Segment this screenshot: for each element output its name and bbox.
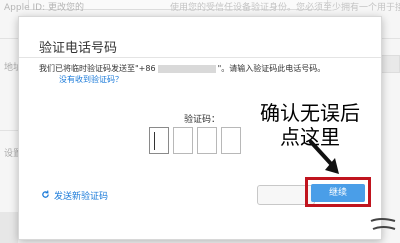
code-digit-input-3[interactable] (197, 127, 217, 154)
code-label: 验证码： (184, 115, 221, 125)
brush-mark-icon (370, 218, 396, 230)
dialog-divider (19, 57, 381, 58)
message-suffix: "。请输入验证码此电话号码。 (217, 64, 326, 73)
resend-label: 发送新验证码 (54, 192, 109, 202)
resend-code-link[interactable]: 发送新验证码 (41, 189, 108, 202)
masked-phone-number (157, 64, 216, 73)
apple-id-label: Apple ID: 更改您的 (4, 3, 84, 13)
code-digit-input-1[interactable] (149, 127, 169, 154)
no-code-link[interactable]: 没有收到验证码？ (59, 74, 123, 85)
arrow-icon (309, 140, 339, 174)
highlight-box: 继续 (305, 177, 371, 207)
verify-phone-dialog: 验证电话号码 我们已将临时验证码发送至"+86 "。请输入验证码此电话号码。 没有… (18, 16, 396, 240)
message-prefix: 我们已将临时验证码发送至"+86 (39, 64, 156, 73)
text-cursor (154, 132, 155, 150)
code-digit-input-4[interactable] (221, 127, 241, 154)
background-description: 使用您的受信任设备验证身份。您必须至少拥有一个用于接收 (170, 3, 400, 13)
code-digit-input-2[interactable] (173, 127, 193, 154)
continue-button[interactable]: 继续 (311, 184, 365, 202)
refresh-icon (41, 189, 50, 202)
background-field (380, 55, 400, 73)
background-block (0, 212, 18, 243)
dialog-title: 验证电话号码 (39, 41, 118, 56)
